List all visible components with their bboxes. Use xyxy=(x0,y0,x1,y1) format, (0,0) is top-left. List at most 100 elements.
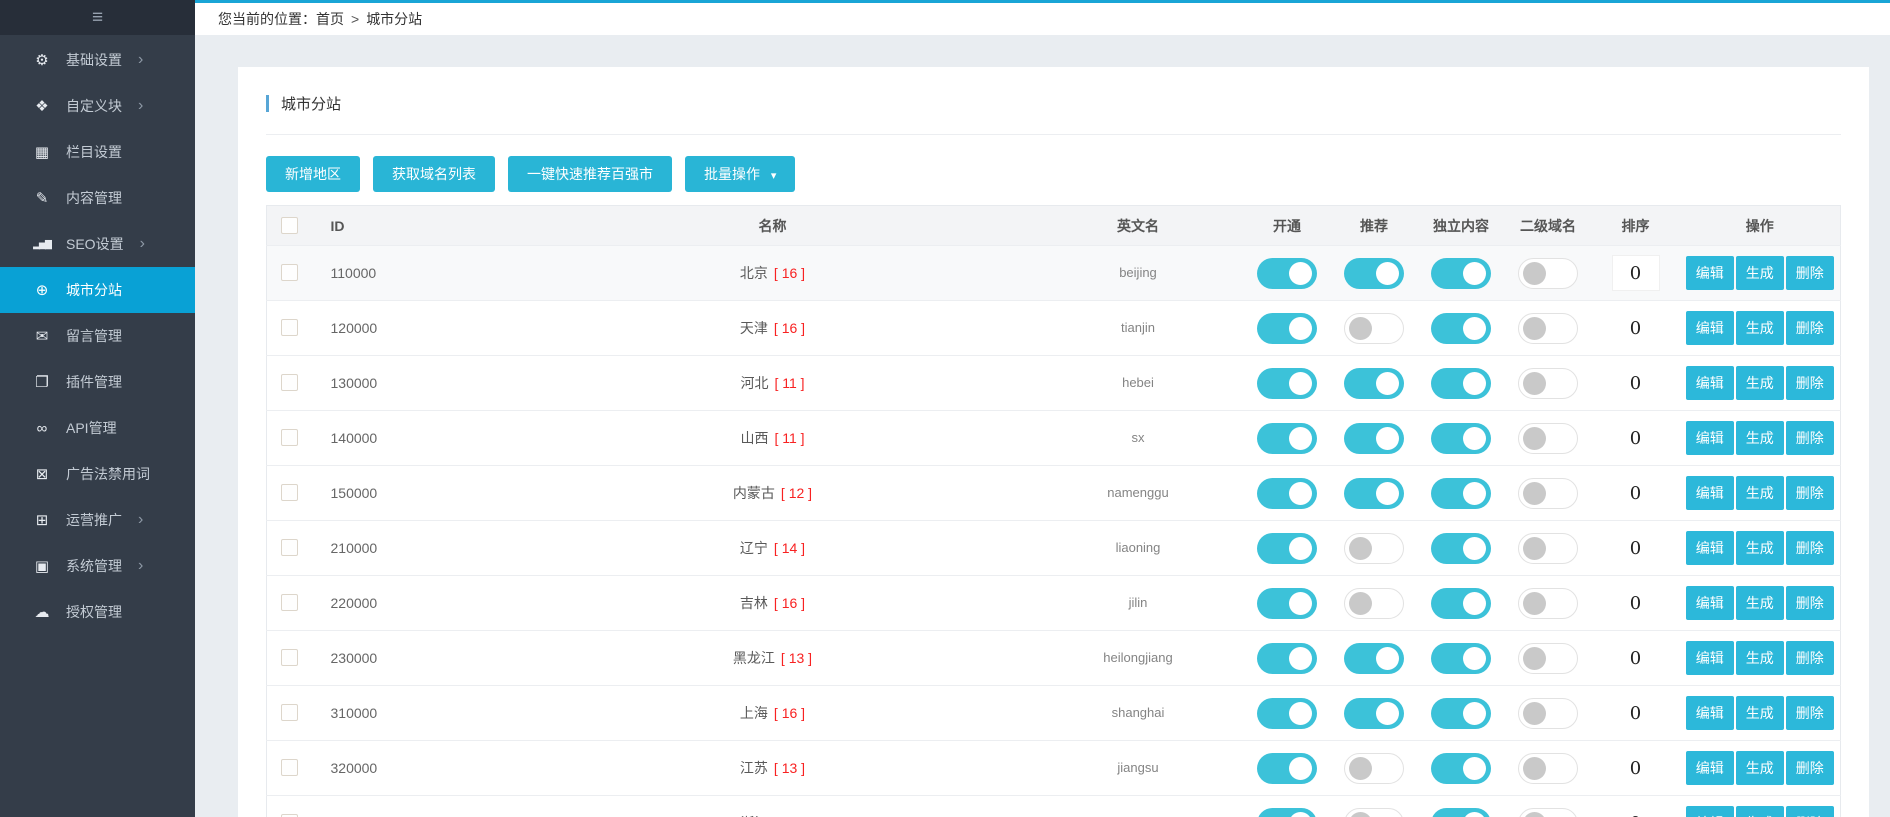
toggle-recommend[interactable] xyxy=(1344,698,1404,729)
row-checkbox[interactable] xyxy=(281,264,298,281)
toggle-recommend[interactable] xyxy=(1344,478,1404,509)
toggle-recommend[interactable] xyxy=(1344,588,1404,619)
generate-button[interactable]: 生成 xyxy=(1736,311,1784,345)
sidebar-item-operation-promotion[interactable]: ⊞运营推广› xyxy=(0,497,195,543)
row-checkbox[interactable] xyxy=(281,429,298,446)
generate-button[interactable]: 生成 xyxy=(1736,586,1784,620)
toggle-recommend[interactable] xyxy=(1344,368,1404,399)
edit-button[interactable]: 编辑 xyxy=(1686,256,1734,290)
toggle-independent[interactable] xyxy=(1431,753,1491,784)
select-all-checkbox[interactable] xyxy=(281,217,298,234)
toggle-open[interactable] xyxy=(1257,313,1317,344)
edit-button[interactable]: 编辑 xyxy=(1686,586,1734,620)
sidebar-item-api-management[interactable]: ∞API管理 xyxy=(0,405,195,451)
edit-button[interactable]: 编辑 xyxy=(1686,311,1734,345)
toggle-open[interactable] xyxy=(1257,478,1317,509)
sidebar-collapse-icon[interactable]: ≡ xyxy=(92,8,103,27)
edit-button[interactable]: 编辑 xyxy=(1686,806,1734,817)
edit-button[interactable]: 编辑 xyxy=(1686,531,1734,565)
toggle-open[interactable] xyxy=(1257,753,1317,784)
toggle-independent[interactable] xyxy=(1431,258,1491,289)
toggle-independent[interactable] xyxy=(1431,808,1491,817)
sidebar-item-seo-settings[interactable]: ▂▅▇SEO设置› xyxy=(0,221,195,267)
toggle-open[interactable] xyxy=(1257,643,1317,674)
row-checkbox[interactable] xyxy=(281,704,298,721)
toggle-open[interactable] xyxy=(1257,698,1317,729)
toggle-recommend[interactable] xyxy=(1344,643,1404,674)
delete-button[interactable]: 删除 xyxy=(1786,586,1834,620)
generate-button[interactable]: 生成 xyxy=(1736,641,1784,675)
quick-recommend-button[interactable]: 一键快速推荐百强市 xyxy=(508,156,672,192)
toggle-open[interactable] xyxy=(1257,533,1317,564)
toggle-subdomain[interactable] xyxy=(1518,258,1578,289)
toggle-independent[interactable] xyxy=(1431,588,1491,619)
delete-button[interactable]: 删除 xyxy=(1786,311,1834,345)
generate-button[interactable]: 生成 xyxy=(1736,806,1784,817)
toggle-subdomain[interactable] xyxy=(1518,698,1578,729)
toggle-recommend[interactable] xyxy=(1344,808,1404,817)
get-domain-list-button[interactable]: 获取域名列表 xyxy=(373,156,495,192)
toggle-open[interactable] xyxy=(1257,258,1317,289)
sidebar-item-column-settings[interactable]: ▦栏目设置 xyxy=(0,129,195,175)
sidebar-item-banned-words[interactable]: ⊠广告法禁用词 xyxy=(0,451,195,497)
generate-button[interactable]: 生成 xyxy=(1736,751,1784,785)
sidebar-item-plugin-management[interactable]: ❐插件管理 xyxy=(0,359,195,405)
toggle-subdomain[interactable] xyxy=(1518,368,1578,399)
toggle-subdomain[interactable] xyxy=(1518,808,1578,817)
edit-button[interactable]: 编辑 xyxy=(1686,641,1734,675)
batch-operation-dropdown[interactable]: 批量操作 ▾ xyxy=(685,156,795,192)
sidebar-item-content-management[interactable]: ✎内容管理 xyxy=(0,175,195,221)
toggle-subdomain[interactable] xyxy=(1518,313,1578,344)
toggle-recommend[interactable] xyxy=(1344,753,1404,784)
toggle-subdomain[interactable] xyxy=(1518,643,1578,674)
sidebar-item-basic-settings[interactable]: ⚙基础设置› xyxy=(0,37,195,83)
breadcrumb-home-link[interactable]: 首页 xyxy=(316,9,344,29)
delete-button[interactable]: 删除 xyxy=(1786,696,1834,730)
row-checkbox[interactable] xyxy=(281,539,298,556)
sort-input[interactable] xyxy=(1612,255,1660,291)
sidebar-item-city-substation[interactable]: ⊕城市分站 xyxy=(0,267,195,313)
toggle-subdomain[interactable] xyxy=(1518,588,1578,619)
row-checkbox[interactable] xyxy=(281,649,298,666)
edit-button[interactable]: 编辑 xyxy=(1686,751,1734,785)
toggle-recommend[interactable] xyxy=(1344,313,1404,344)
toggle-recommend[interactable] xyxy=(1344,533,1404,564)
toggle-subdomain[interactable] xyxy=(1518,478,1578,509)
generate-button[interactable]: 生成 xyxy=(1736,256,1784,290)
toggle-independent[interactable] xyxy=(1431,478,1491,509)
sidebar-item-system-management[interactable]: ▣系统管理› xyxy=(0,543,195,589)
toggle-subdomain[interactable] xyxy=(1518,423,1578,454)
generate-button[interactable]: 生成 xyxy=(1736,476,1784,510)
delete-button[interactable]: 删除 xyxy=(1786,421,1834,455)
edit-button[interactable]: 编辑 xyxy=(1686,476,1734,510)
generate-button[interactable]: 生成 xyxy=(1736,366,1784,400)
delete-button[interactable]: 删除 xyxy=(1786,806,1834,817)
toggle-independent[interactable] xyxy=(1431,533,1491,564)
toggle-recommend[interactable] xyxy=(1344,423,1404,454)
row-checkbox[interactable] xyxy=(281,374,298,391)
row-checkbox[interactable] xyxy=(281,594,298,611)
row-checkbox[interactable] xyxy=(281,484,298,501)
toggle-open[interactable] xyxy=(1257,423,1317,454)
toggle-independent[interactable] xyxy=(1431,368,1491,399)
sidebar-item-license-management[interactable]: ☁授权管理 xyxy=(0,589,195,635)
toggle-open[interactable] xyxy=(1257,808,1317,817)
sidebar-item-custom-blocks[interactable]: ❖自定义块› xyxy=(0,83,195,129)
delete-button[interactable]: 删除 xyxy=(1786,256,1834,290)
generate-button[interactable]: 生成 xyxy=(1736,531,1784,565)
edit-button[interactable]: 编辑 xyxy=(1686,366,1734,400)
edit-button[interactable]: 编辑 xyxy=(1686,696,1734,730)
toggle-independent[interactable] xyxy=(1431,423,1491,454)
toggle-independent[interactable] xyxy=(1431,313,1491,344)
row-checkbox[interactable] xyxy=(281,759,298,776)
toggle-independent[interactable] xyxy=(1431,643,1491,674)
delete-button[interactable]: 删除 xyxy=(1786,641,1834,675)
toggle-recommend[interactable] xyxy=(1344,258,1404,289)
delete-button[interactable]: 删除 xyxy=(1786,531,1834,565)
toggle-open[interactable] xyxy=(1257,588,1317,619)
delete-button[interactable]: 删除 xyxy=(1786,476,1834,510)
generate-button[interactable]: 生成 xyxy=(1736,696,1784,730)
generate-button[interactable]: 生成 xyxy=(1736,421,1784,455)
delete-button[interactable]: 删除 xyxy=(1786,366,1834,400)
delete-button[interactable]: 删除 xyxy=(1786,751,1834,785)
